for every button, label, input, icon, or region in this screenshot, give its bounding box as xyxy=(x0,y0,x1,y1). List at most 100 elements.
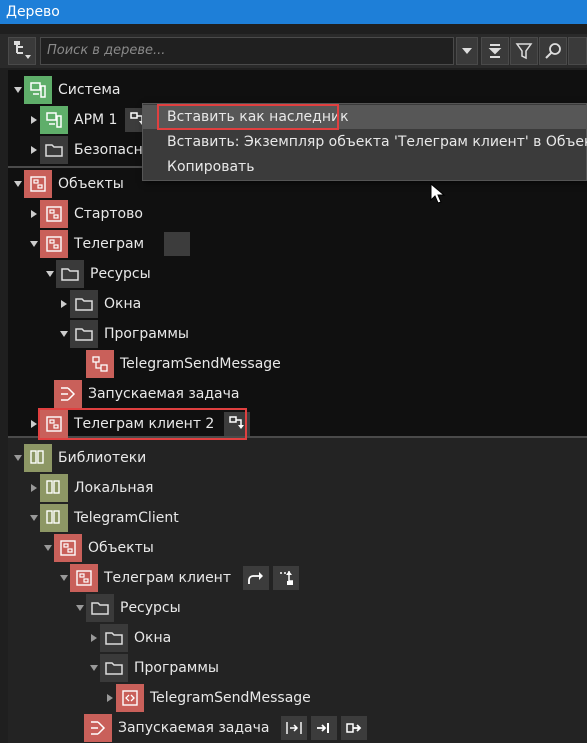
tree-node-lib-resources[interactable]: Ресурсы xyxy=(74,593,181,623)
tree-node-label: Библиотеки xyxy=(58,450,147,466)
tree-node-telegram-client-lib[interactable]: TelegramClient xyxy=(28,503,179,533)
folder-icon xyxy=(56,260,84,288)
search-input[interactable]: Поиск в дереве... xyxy=(40,37,454,65)
library-icon xyxy=(40,504,68,532)
expanded-arrow-icon[interactable] xyxy=(44,259,56,289)
object-instance-icon xyxy=(40,230,68,258)
expanded-arrow-icon[interactable] xyxy=(12,75,24,105)
tree-node-lib-windows[interactable]: Окна xyxy=(88,623,171,653)
tree-node-lib-send-message[interactable]: TelegramSendMessage xyxy=(104,683,311,713)
object-icon xyxy=(70,564,98,592)
go-to-parent-button[interactable] xyxy=(272,566,299,590)
expanded-arrow-icon[interactable] xyxy=(28,503,40,533)
collapsed-arrow-icon[interactable] xyxy=(58,289,70,319)
tree-node-label: Стартово xyxy=(74,206,143,222)
redirect-button[interactable] xyxy=(242,566,269,590)
filter-icon xyxy=(515,43,533,60)
tree-node-label: Локальная xyxy=(74,480,154,496)
objects-icon xyxy=(24,170,52,198)
system-icon xyxy=(24,76,52,104)
tree-node-label: Окна xyxy=(134,630,172,646)
parent-arrow-icon xyxy=(279,571,293,585)
tree-node-label: АРМ 1 xyxy=(74,112,118,128)
expanded-arrow-icon[interactable] xyxy=(42,533,54,563)
tree-node-label: Телеграм xyxy=(74,236,145,252)
expanded-arrow-icon[interactable] xyxy=(12,169,24,199)
highlight-frame xyxy=(38,408,247,440)
folder-icon xyxy=(100,624,128,652)
workstation-icon xyxy=(40,106,68,134)
tree-node-windows[interactable]: Окна xyxy=(58,289,141,319)
tree-node-programs[interactable]: Программы xyxy=(58,319,189,349)
chevron-down-icon xyxy=(462,48,472,54)
tree-node-label: TelegramClient xyxy=(74,510,179,526)
toolbar-more-button[interactable] xyxy=(568,37,587,65)
tree-node-objects[interactable]: Объекты xyxy=(12,169,124,199)
expanded-arrow-icon[interactable] xyxy=(88,653,100,683)
menu-item-paste-instance[interactable]: Вставить: Экземпляр объекта 'Телеграм кл… xyxy=(167,131,587,153)
window-title: Дерево xyxy=(0,0,587,24)
collapsed-arrow-icon[interactable] xyxy=(104,683,116,713)
collapsed-arrow-icon[interactable] xyxy=(28,135,40,165)
filter-button[interactable] xyxy=(510,37,538,65)
expanded-arrow-icon[interactable] xyxy=(12,443,24,473)
folder-icon xyxy=(70,290,98,318)
hierarchy-icon xyxy=(14,41,31,59)
tree-node-label: TelegramSendMessage xyxy=(150,690,311,706)
tree-node-label: Ресурсы xyxy=(120,600,181,616)
folder-icon xyxy=(40,136,68,164)
task-icon xyxy=(54,380,82,408)
task-enter-icon xyxy=(286,722,303,734)
search-dropdown-button[interactable] xyxy=(456,37,478,65)
collapsed-arrow-icon[interactable] xyxy=(28,199,40,229)
mouse-cursor-icon xyxy=(430,183,446,204)
tree-node-lib-task[interactable]: Запускаемая задача xyxy=(72,713,368,743)
expanded-arrow-icon[interactable] xyxy=(74,593,86,623)
folder-open-icon xyxy=(70,320,98,348)
start-task-button[interactable] xyxy=(281,716,308,740)
tree-node-label: Объекты xyxy=(88,540,154,556)
tree-node-send-message[interactable]: TelegramSendMessage xyxy=(74,349,281,379)
tree-node-resources[interactable]: Ресурсы xyxy=(44,259,151,289)
tree-structure-button[interactable] xyxy=(8,37,36,65)
arrow-into-icon xyxy=(317,723,330,733)
tree-node-label: Программы xyxy=(134,660,219,676)
tree-node-local[interactable]: Локальная xyxy=(28,473,153,503)
tree-node-lib-telegram-client[interactable]: Телеграм клиент xyxy=(58,563,299,593)
collapsed-arrow-icon[interactable] xyxy=(88,623,100,653)
highlight-frame xyxy=(157,104,339,130)
task-output-button[interactable] xyxy=(341,716,368,740)
expanded-arrow-icon[interactable] xyxy=(58,319,70,349)
menu-item-copy[interactable]: Копировать xyxy=(167,156,254,178)
arrow-out-icon xyxy=(346,723,362,733)
tree-node-label: TelegramSendMessage xyxy=(120,356,281,372)
tree-node-label: Окна xyxy=(104,296,142,312)
tree-node-libraries[interactable]: Библиотеки xyxy=(12,443,146,473)
tree-node-lib-programs[interactable]: Программы xyxy=(88,653,219,683)
collapse-down-icon xyxy=(488,44,502,58)
context-menu: Вставить как наследник Вставить: Экземпл… xyxy=(142,103,587,181)
folder-icon xyxy=(86,594,114,622)
expand-all-button[interactable] xyxy=(481,37,509,65)
folder-open-icon xyxy=(100,654,128,682)
task-icon xyxy=(84,714,112,742)
task-input-button[interactable] xyxy=(311,716,338,740)
tree-node-system[interactable]: Система xyxy=(12,75,120,105)
library-icon xyxy=(40,474,68,502)
tree-node-label: Система xyxy=(58,82,121,98)
tree-node-label: Телеграм клиент xyxy=(104,570,231,586)
collapsed-arrow-icon[interactable] xyxy=(28,105,40,135)
expanded-arrow-icon[interactable] xyxy=(28,229,40,259)
expanded-arrow-icon[interactable] xyxy=(58,563,70,593)
tree-node-task[interactable]: Запускаемая задача xyxy=(42,379,239,409)
tree-node-lib-objects[interactable]: Объекты xyxy=(42,533,154,563)
find-button[interactable] xyxy=(539,37,567,65)
node-action-button[interactable] xyxy=(164,232,191,256)
collapsed-arrow-icon[interactable] xyxy=(28,473,40,503)
tree-node-startup[interactable]: Стартово xyxy=(28,199,143,229)
tree-node-label: Ресурсы xyxy=(90,266,151,282)
library-icon xyxy=(24,444,52,472)
tree-node-arm[interactable]: АРМ 1 xyxy=(28,105,152,135)
tree-node-label: Программы xyxy=(104,326,189,342)
tree-node-telegram[interactable]: Телеграм xyxy=(28,229,191,259)
